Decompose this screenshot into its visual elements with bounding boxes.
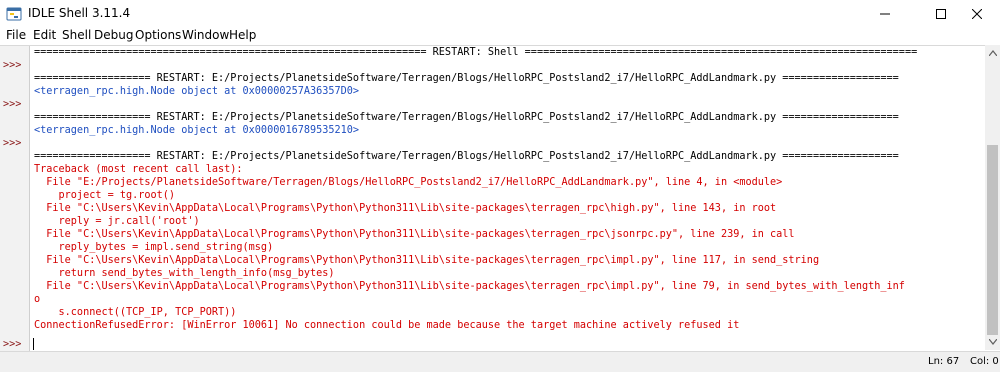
- scroll-down-button[interactable]: [985, 334, 1000, 350]
- python-idle-icon: [6, 7, 22, 21]
- chevron-down-icon: [988, 339, 997, 345]
- output-line: Traceback (most recent call last):: [34, 164, 243, 175]
- shell-prompt: >>>: [3, 60, 22, 71]
- prompt-gutter: >>> >>> >>> >>>: [0, 46, 30, 351]
- menu-options[interactable]: Options: [135, 28, 181, 42]
- vertical-scrollbar[interactable]: [985, 45, 1000, 350]
- output-line: File "C:\Users\Kevin\AppData\Local\Progr…: [34, 281, 905, 292]
- minimize-button[interactable]: [862, 0, 908, 27]
- shell-prompt: >>>: [3, 138, 22, 149]
- output-line: s.connect((TCP_IP, TCP_PORT)): [34, 307, 237, 318]
- shell-area[interactable]: >>> >>> >>> >>> ========================…: [0, 45, 1000, 351]
- window-title: IDLE Shell 3.11.4: [28, 6, 131, 20]
- output-line: File "C:\Users\Kevin\AppData\Local\Progr…: [34, 255, 820, 266]
- shell-output[interactable]: ========================================…: [31, 46, 985, 351]
- output-line: o: [34, 294, 41, 305]
- menu-edit[interactable]: Edit: [33, 28, 56, 42]
- output-line: <terragen_rpc.high.Node object at 0x0000…: [34, 125, 360, 136]
- text-cursor: [33, 338, 34, 350]
- output-line: reply_bytes = impl.send_string(msg): [34, 242, 274, 253]
- output-line: <terragen_rpc.high.Node object at 0x0000…: [34, 86, 360, 97]
- output-line: return send_bytes_with_length_info(msg_b…: [34, 268, 335, 279]
- title-bar: IDLE Shell 3.11.4: [0, 0, 1000, 27]
- menu-shell[interactable]: Shell: [62, 28, 91, 42]
- output-line: reply = jr.call('root'): [34, 216, 200, 227]
- output-line: =================== RESTART: E:/Projects…: [34, 151, 899, 162]
- shell-prompt: >>>: [3, 99, 22, 110]
- output-line: File "E:/Projects/PlanetsideSoftware/Ter…: [34, 177, 783, 188]
- output-line: project = tg.root(): [34, 190, 176, 201]
- close-button[interactable]: [954, 0, 1000, 27]
- output-line: ConnectionRefusedError: [WinError 10061]…: [34, 320, 740, 331]
- shell-prompt: >>>: [3, 339, 22, 350]
- status-bar: Ln: 67 Col: 0: [0, 351, 1000, 372]
- output-line: =================== RESTART: E:/Projects…: [34, 112, 899, 123]
- maximize-icon: [936, 8, 946, 19]
- line-number-status: Ln: 67: [928, 356, 960, 367]
- menu-window[interactable]: Window: [182, 28, 229, 42]
- output-line: ========================================…: [34, 47, 918, 58]
- output-line: File "C:\Users\Kevin\AppData\Local\Progr…: [34, 229, 795, 240]
- close-icon: [972, 8, 982, 19]
- menu-debug[interactable]: Debug: [94, 28, 133, 42]
- menu-file[interactable]: File: [6, 28, 26, 42]
- output-line: =================== RESTART: E:/Projects…: [34, 73, 899, 84]
- output-line: File "C:\Users\Kevin\AppData\Local\Progr…: [34, 203, 777, 214]
- scrollbar-thumb[interactable]: [987, 145, 998, 335]
- menu-bar: File Edit Shell Debug Options Window Hel…: [0, 27, 1000, 45]
- minimize-icon: [880, 13, 890, 14]
- menu-help[interactable]: Help: [229, 28, 256, 42]
- chevron-up-icon: [988, 50, 997, 56]
- scroll-up-button[interactable]: [985, 45, 1000, 61]
- column-number-status: Col: 0: [970, 356, 999, 367]
